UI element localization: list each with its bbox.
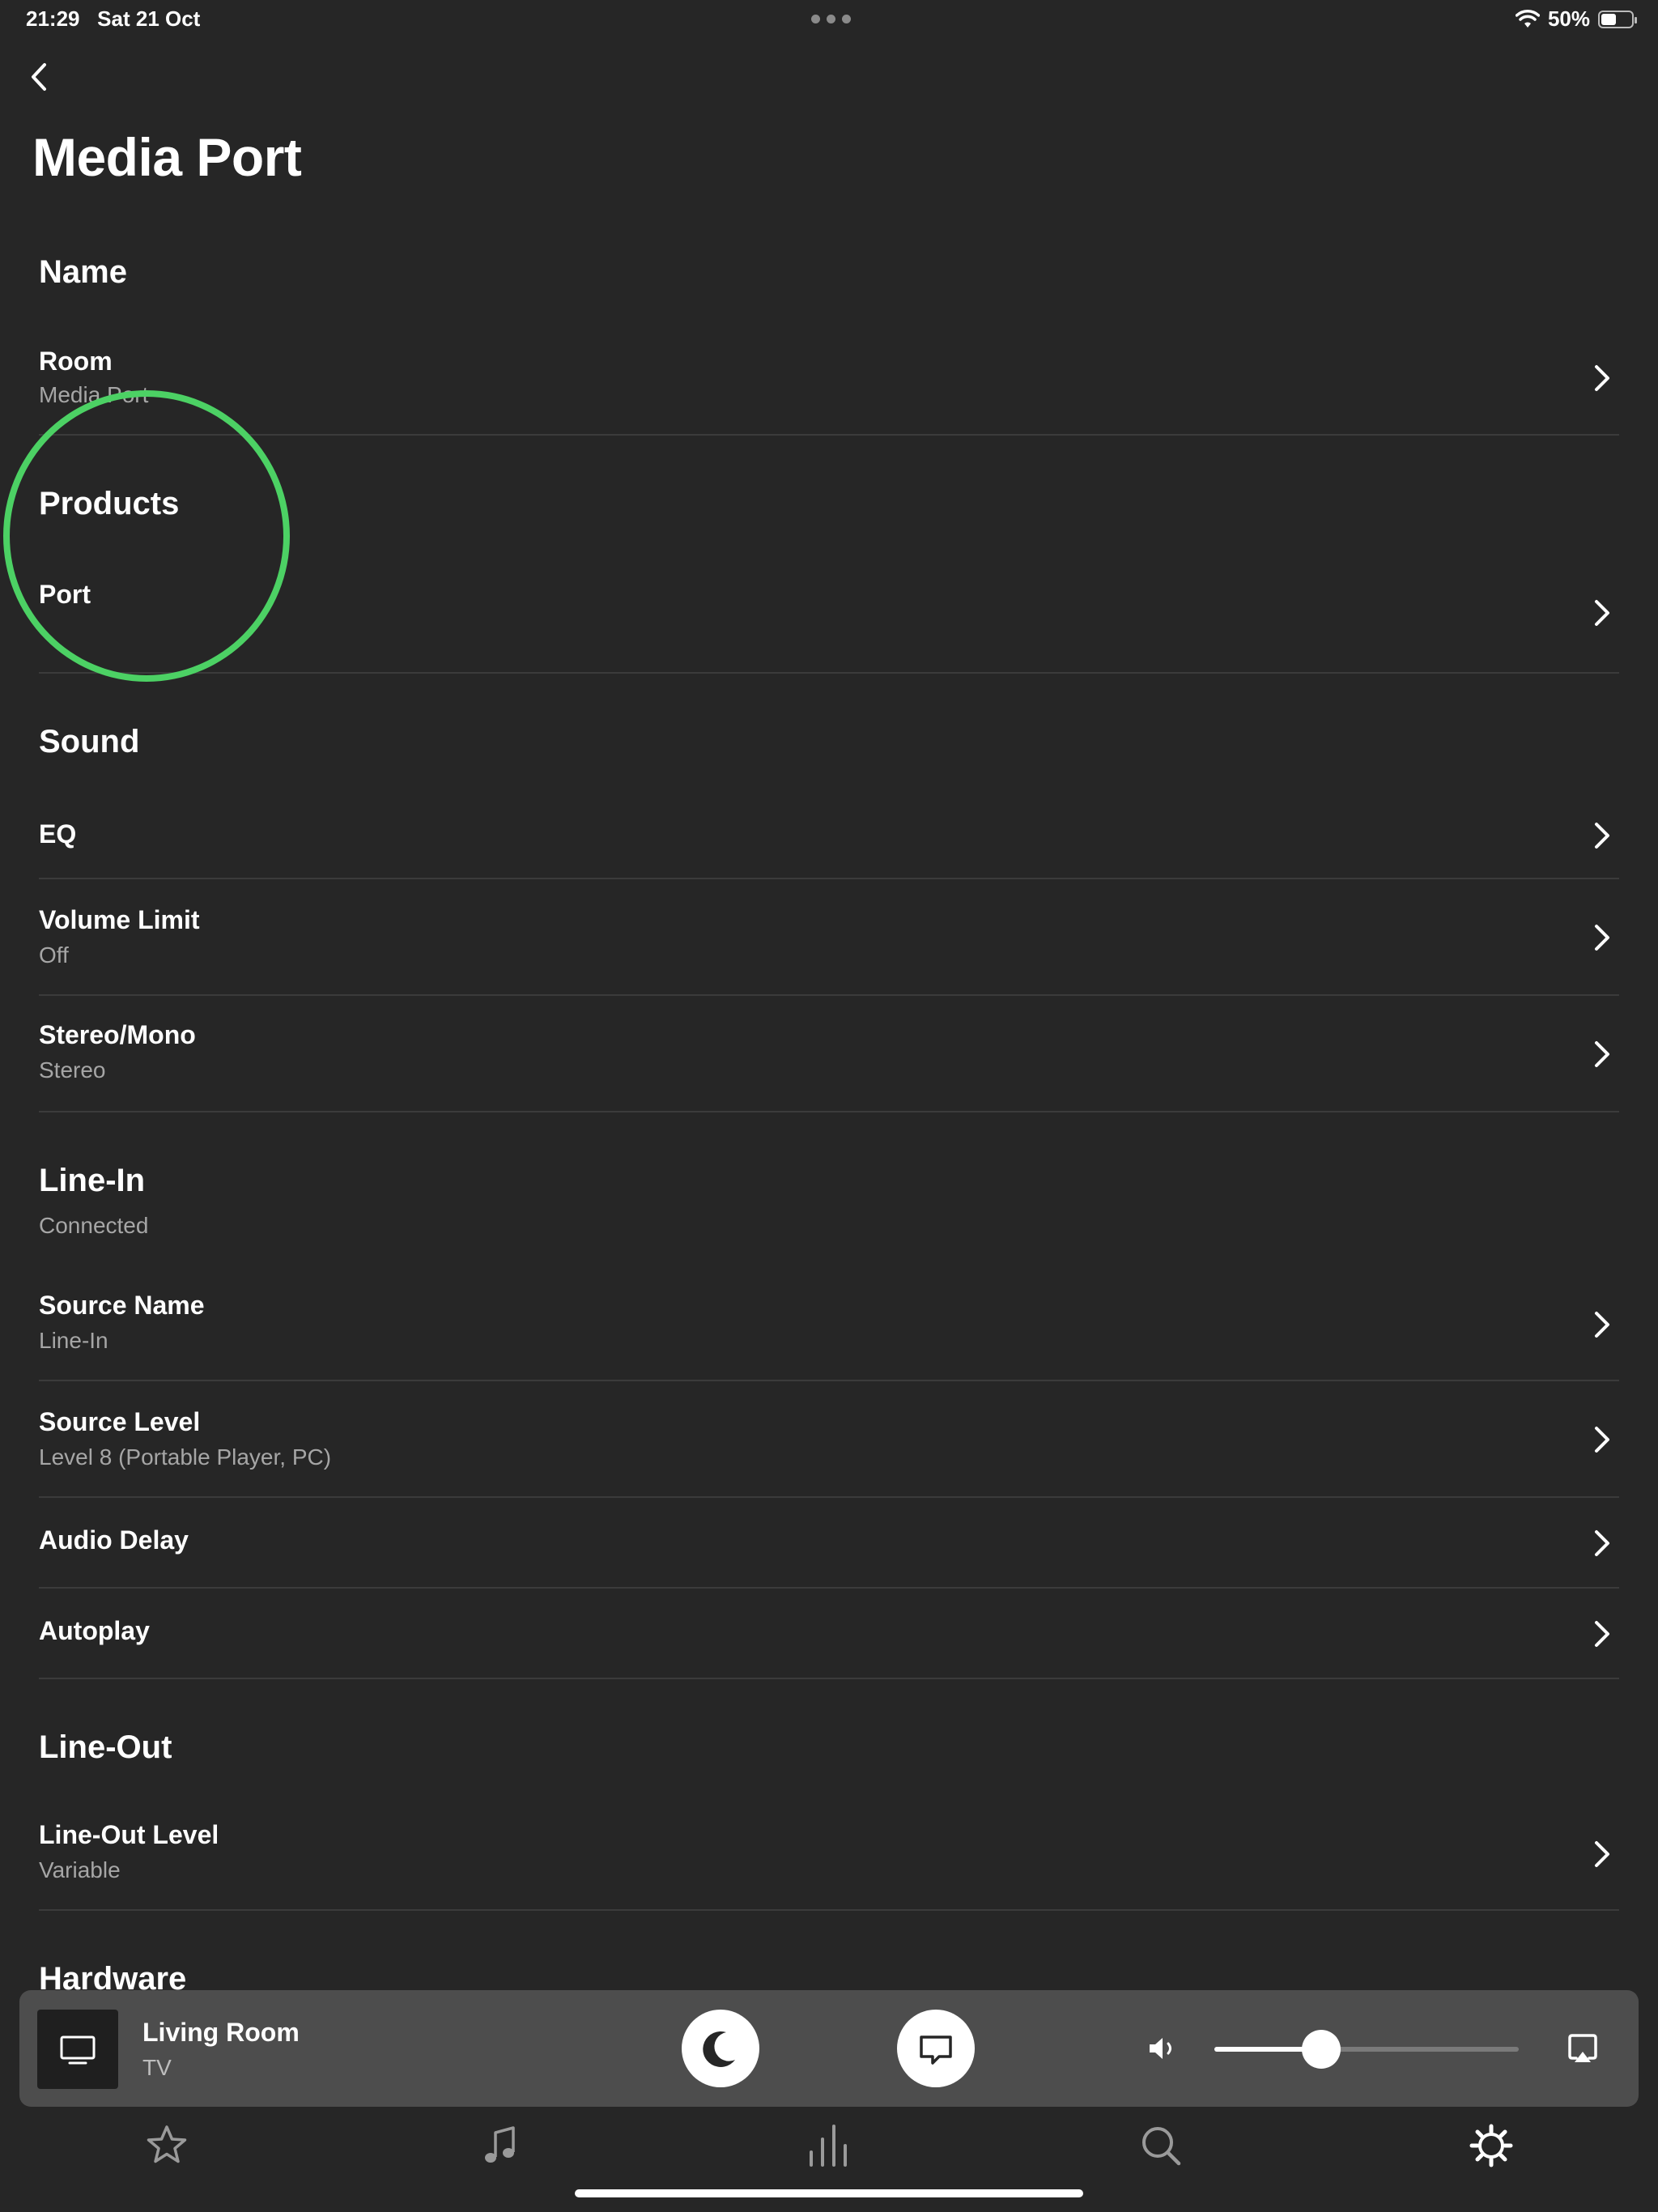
speech-button[interactable] bbox=[897, 2010, 975, 2087]
row-title: Source Name bbox=[39, 1291, 205, 1320]
section-header-name: Name bbox=[39, 254, 127, 290]
airplay-button[interactable] bbox=[1566, 2031, 1600, 2066]
row-title: Port bbox=[39, 580, 91, 609]
player-room-name[interactable]: Living Room bbox=[142, 2018, 300, 2048]
search-icon[interactable] bbox=[1137, 2121, 1185, 2170]
row-title: Audio Delay bbox=[39, 1525, 189, 1555]
battery-icon bbox=[1598, 10, 1637, 28]
section-header-line-out: Line-Out bbox=[39, 1729, 172, 1765]
row-value: Variable bbox=[39, 1857, 121, 1882]
chevron-right-icon bbox=[1595, 1427, 1609, 1453]
row-title: EQ bbox=[39, 819, 77, 849]
row-value: Media Port bbox=[39, 382, 149, 407]
chevron-right-icon bbox=[1595, 823, 1609, 849]
row-title: Autoplay bbox=[39, 1616, 150, 1645]
stereo-mono-row[interactable]: Stereo/Mono Stereo bbox=[39, 996, 1619, 1112]
port-row[interactable]: Port bbox=[39, 562, 1619, 674]
status-date: Sat 21 Oct bbox=[97, 6, 201, 31]
chevron-right-icon bbox=[1595, 925, 1609, 951]
status-right: 50% bbox=[1515, 6, 1637, 32]
gear-icon[interactable] bbox=[1467, 2121, 1516, 2170]
row-value: Stereo bbox=[39, 1057, 106, 1083]
chevron-right-icon bbox=[1595, 1041, 1609, 1067]
eq-row[interactable]: EQ bbox=[39, 792, 1619, 879]
battery-percent: 50% bbox=[1547, 6, 1590, 31]
tab-bar bbox=[0, 2121, 1658, 2175]
chevron-right-icon bbox=[1595, 1312, 1609, 1338]
chevron-right-icon bbox=[1595, 365, 1609, 391]
moon-icon bbox=[703, 2031, 735, 2067]
source-name-row[interactable]: Source Name Line-In bbox=[39, 1265, 1619, 1381]
music-note-icon[interactable] bbox=[476, 2121, 525, 2170]
volume-thumb[interactable] bbox=[1301, 2030, 1341, 2069]
equalizer-icon[interactable] bbox=[805, 2121, 853, 2170]
player-source-name: TV bbox=[142, 2055, 172, 2080]
audio-delay-row[interactable]: Audio Delay bbox=[39, 1498, 1619, 1589]
chevron-right-icon bbox=[1595, 1621, 1609, 1647]
row-title: Line-Out Level bbox=[39, 1820, 219, 1849]
star-icon[interactable] bbox=[142, 2121, 191, 2170]
row-title: Room bbox=[39, 347, 113, 376]
sleep-timer-button[interactable] bbox=[682, 2010, 759, 2087]
section-header-line-in: Line-In bbox=[39, 1163, 146, 1198]
chevron-right-icon bbox=[1595, 1530, 1609, 1556]
status-bar: 21:29 Sat 21 Oct 50% bbox=[0, 0, 1658, 39]
volume-icon[interactable] bbox=[1145, 2032, 1180, 2065]
autoplay-row[interactable]: Autoplay bbox=[39, 1589, 1619, 1679]
line-out-level-row[interactable]: Line-Out Level Variable bbox=[39, 1794, 1619, 1911]
room-row[interactable]: Room Media Port bbox=[39, 327, 1619, 436]
now-playing-bar[interactable]: Living Room TV bbox=[19, 1990, 1639, 2107]
source-level-row[interactable]: Source Level Level 8 (Portable Player, P… bbox=[39, 1381, 1619, 1498]
chevron-right-icon bbox=[1595, 600, 1609, 626]
home-indicator[interactable] bbox=[575, 2189, 1083, 2197]
speech-bubble-icon bbox=[920, 2035, 952, 2065]
row-title: Stereo/Mono bbox=[39, 1020, 196, 1049]
row-value: Level 8 (Portable Player, PC) bbox=[39, 1444, 332, 1470]
row-value: Off bbox=[39, 942, 69, 968]
row-title: Source Level bbox=[39, 1407, 201, 1436]
line-in-status: Connected bbox=[39, 1213, 149, 1238]
section-header-products: Products bbox=[39, 486, 180, 521]
back-button[interactable] bbox=[23, 57, 55, 97]
status-time: 21:29 Sat 21 Oct bbox=[26, 6, 201, 31]
section-header-sound: Sound bbox=[39, 724, 140, 759]
row-value: Line-In bbox=[39, 1328, 108, 1353]
wifi-icon bbox=[1515, 9, 1540, 28]
volume-limit-row[interactable]: Volume Limit Off bbox=[39, 879, 1619, 996]
row-title: Volume Limit bbox=[39, 905, 200, 934]
chevron-right-icon bbox=[1595, 1841, 1609, 1867]
page-title: Media Port bbox=[32, 127, 302, 187]
tv-icon bbox=[60, 2035, 96, 2065]
source-art[interactable] bbox=[37, 2010, 118, 2089]
multitasking-dots-icon[interactable] bbox=[811, 6, 851, 23]
volume-slider[interactable] bbox=[1214, 2030, 1519, 2069]
